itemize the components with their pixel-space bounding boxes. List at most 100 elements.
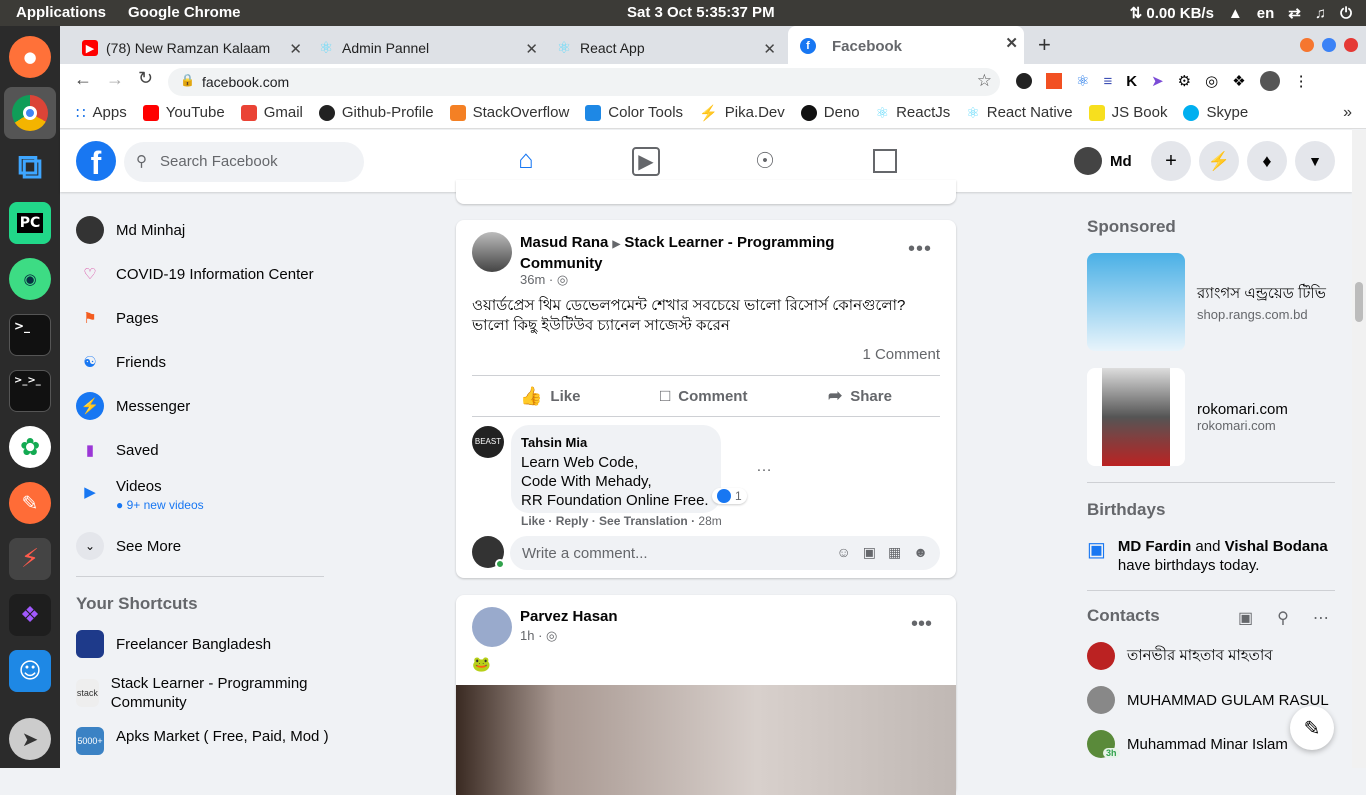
- more-bookmarks-icon[interactable]: »: [1343, 104, 1352, 122]
- extension-icon[interactable]: [1016, 73, 1032, 89]
- new-message-button[interactable]: ✎: [1290, 706, 1334, 750]
- volume-icon[interactable]: ♫: [1315, 5, 1326, 22]
- write-comment-input[interactable]: Write a comment... ☺ ▣ ▦ ☻: [510, 536, 940, 570]
- back-arrow-icon[interactable]: ←: [74, 69, 92, 90]
- shortcut-freelancer-bangladesh[interactable]: Freelancer Bangladesh: [76, 630, 271, 658]
- sponsored-ad[interactable]: র‍্যাংগস এন্ড্রয়েড টিভি shop.rangs.com.b…: [1087, 253, 1326, 351]
- create-button[interactable]: +: [1151, 141, 1191, 181]
- avatar[interactable]: [472, 232, 512, 272]
- contact-item[interactable]: তানভীর মাহতাব মাহতাব: [1087, 642, 1273, 670]
- new-room-icon[interactable]: ▣: [1238, 608, 1253, 628]
- comment-count[interactable]: 1 Comment: [862, 346, 940, 363]
- comment-button[interactable]: □ Comment: [660, 376, 747, 416]
- tab-react-app[interactable]: ⚛ React App ✕: [534, 32, 782, 64]
- share-button[interactable]: ➦ Share: [828, 376, 892, 416]
- bookmark-deno[interactable]: Deno: [800, 104, 860, 121]
- tab-youtube[interactable]: ▶ (78) New Ramzan Kalaam ✕: [60, 32, 308, 64]
- maximize-button[interactable]: [1322, 38, 1336, 52]
- power-icon[interactable]: ⏻: [1340, 5, 1352, 22]
- new-tab-button[interactable]: +: [1038, 32, 1051, 58]
- extensions-puzzle-icon[interactable]: ❖: [1232, 72, 1245, 90]
- commenter-avatar[interactable]: BEAST: [472, 426, 504, 458]
- gif-icon[interactable]: ▦: [888, 544, 901, 561]
- post-author[interactable]: Parvez Hasan: [520, 608, 618, 625]
- bookmark-star-icon[interactable]: ☆: [977, 71, 992, 91]
- extension-icon[interactable]: ➤: [1151, 72, 1164, 90]
- search-input[interactable]: ⚲ Search Facebook: [124, 142, 364, 182]
- comment-options-icon[interactable]: …: [756, 458, 772, 476]
- tab-admin-pannel[interactable]: ⚛ Admin Pannel ✕: [296, 32, 544, 64]
- figma-icon[interactable]: ❖: [9, 594, 51, 636]
- sidebar-item-friends[interactable]: ☯ Friends: [76, 348, 166, 376]
- close-window-button[interactable]: [1344, 38, 1358, 52]
- post-photo[interactable]: [456, 685, 956, 795]
- comment-reply-link[interactable]: Reply: [556, 514, 589, 528]
- search-icon[interactable]: ⚲: [1277, 608, 1289, 628]
- react-devtools-icon[interactable]: ⚛: [1076, 72, 1089, 90]
- bookmark-youtube[interactable]: YouTube: [142, 104, 225, 121]
- contact-item[interactable]: MUHAMMAD GULAM RASUL: [1087, 686, 1329, 714]
- address-bar[interactable]: 🔒 facebook.com ☆: [168, 68, 1000, 96]
- close-tab-icon[interactable]: ✕: [1005, 34, 1018, 52]
- finder-icon[interactable]: ☺: [9, 650, 51, 692]
- sidebar-item-messenger[interactable]: ⚡ Messenger: [76, 392, 190, 420]
- forward-arrow-icon[interactable]: →: [106, 69, 124, 90]
- account-menu-button[interactable]: ▼: [1295, 141, 1335, 181]
- see-more-button[interactable]: ⌄ See More: [76, 532, 181, 560]
- pycharm-icon[interactable]: PC: [9, 202, 51, 244]
- post-time[interactable]: 1h: [520, 628, 534, 643]
- shortcut-apks-market[interactable]: 5000+ Apks Market ( Free, Paid, Mod ): [76, 727, 336, 755]
- clock[interactable]: Sat 3 Oct 5:35:37 PM: [627, 4, 775, 21]
- post-time[interactable]: 36m: [520, 272, 545, 287]
- emoji-icon[interactable]: ☺: [837, 544, 851, 561]
- postman-icon[interactable]: ✎: [9, 482, 51, 524]
- like-button[interactable]: 👍 Like: [520, 376, 580, 416]
- avatar[interactable]: [472, 607, 512, 647]
- reaction-badge[interactable]: 1: [712, 488, 747, 504]
- vscode-icon[interactable]: ⧉: [9, 146, 51, 188]
- bookmark-github[interactable]: Github-Profile: [318, 104, 434, 121]
- profile-link[interactable]: Md: [1074, 147, 1132, 175]
- bookmark-color-tools[interactable]: Color Tools: [585, 104, 683, 121]
- bookmark-gmail[interactable]: Gmail: [240, 104, 303, 121]
- extension-icon[interactable]: [1046, 73, 1062, 89]
- bookmark-stackoverflow[interactable]: StackOverflow: [449, 104, 569, 121]
- more-options-icon[interactable]: •••: [911, 613, 932, 636]
- camera-icon[interactable]: ▣: [863, 544, 876, 561]
- sidebar-item-pages[interactable]: ⚑ Pages: [76, 304, 158, 332]
- language-indicator[interactable]: en: [1257, 5, 1275, 22]
- page-scrollbar[interactable]: [1352, 130, 1366, 768]
- more-options-icon[interactable]: •••: [908, 238, 932, 261]
- sidebar-item-profile[interactable]: Md Minhaj: [76, 216, 185, 244]
- sticker-icon[interactable]: ☻: [913, 544, 928, 561]
- close-tab-icon[interactable]: ✕: [763, 40, 776, 58]
- post-author[interactable]: Masud Rana: [520, 234, 608, 251]
- sponsored-ad[interactable]: rokomari.com rokomari.com: [1087, 368, 1288, 466]
- applications-menu[interactable]: Applications: [16, 4, 106, 21]
- terminal-icon[interactable]: >_: [9, 314, 51, 356]
- minimize-button[interactable]: [1300, 38, 1314, 52]
- sidebar-item-videos[interactable]: ▶ Videos ● 9+ new videos: [76, 478, 203, 512]
- bookmark-js-book[interactable]: JS Book: [1088, 104, 1167, 121]
- chrome-menu-icon[interactable]: ⋮: [1294, 72, 1309, 90]
- birthday-notice[interactable]: ▣ MD Fardin and Vishal Bodana have birth…: [1087, 537, 1337, 575]
- firefox-icon[interactable]: ●: [9, 36, 51, 78]
- see-translation-link[interactable]: See Translation: [599, 514, 688, 528]
- shortcut-stack-learner[interactable]: stack Stack Learner - Programming Communi…: [76, 674, 336, 712]
- more-options-icon[interactable]: ⋯: [1313, 608, 1329, 628]
- sidebar-item-covid[interactable]: ♡ COVID-19 Information Center: [76, 260, 313, 288]
- notification-icon[interactable]: ▲: [1228, 5, 1243, 22]
- settings-gear-icon[interactable]: ⚙: [1178, 72, 1191, 90]
- flameshot-icon[interactable]: ⚡: [9, 538, 51, 580]
- bookmark-skype[interactable]: Skype: [1183, 104, 1248, 121]
- bookmark-react-native[interactable]: ⚛ React Native: [966, 104, 1072, 122]
- commenter-name[interactable]: Tahsin Mia: [521, 433, 711, 452]
- reload-icon[interactable]: ↻: [138, 68, 153, 89]
- facebook-logo-icon[interactable]: f: [76, 141, 116, 181]
- messenger-button[interactable]: ⚡: [1199, 141, 1239, 181]
- bookmark-apps[interactable]: ∷ Apps: [76, 104, 127, 122]
- mongodb-compass-icon[interactable]: ✿: [9, 426, 51, 468]
- sidebar-item-saved[interactable]: ▮ Saved: [76, 436, 159, 464]
- bookmark-reactjs[interactable]: ⚛ ReactJs: [876, 104, 951, 122]
- extension-icon[interactable]: ≡: [1103, 73, 1112, 90]
